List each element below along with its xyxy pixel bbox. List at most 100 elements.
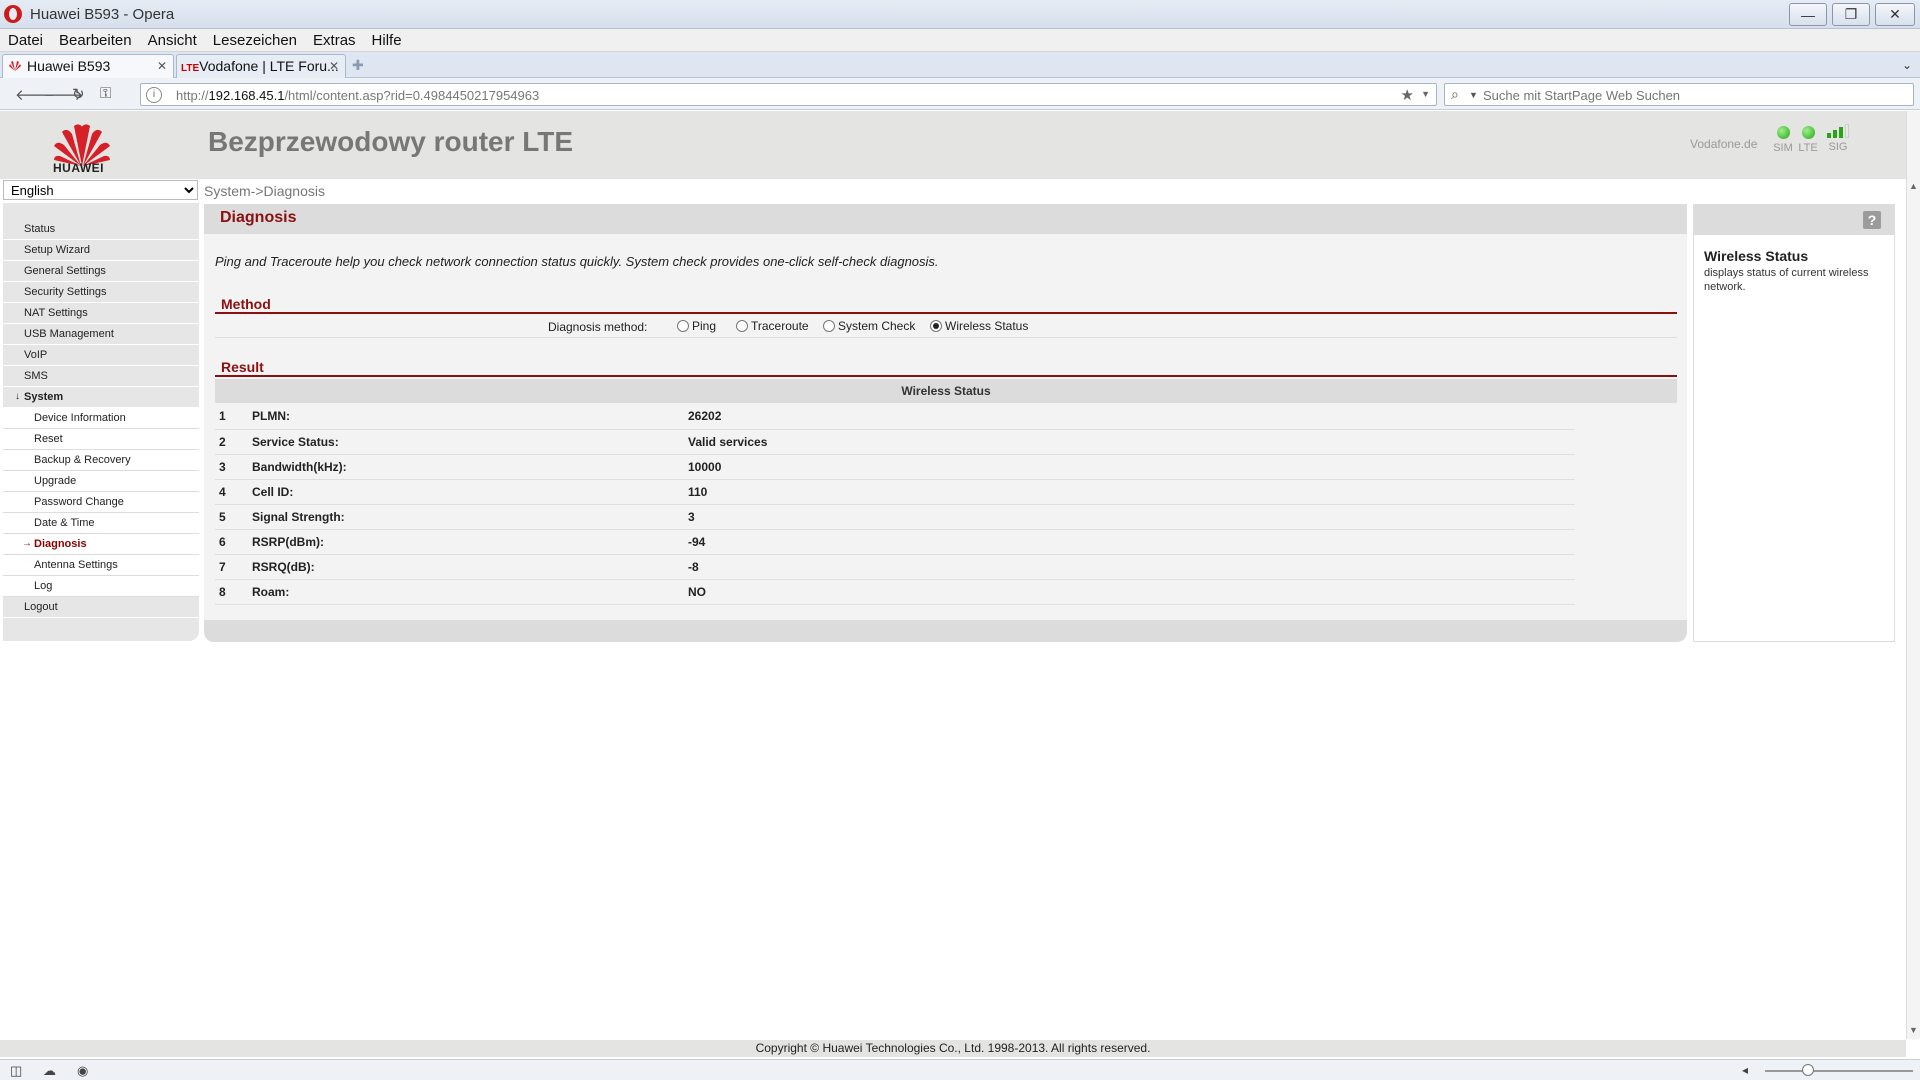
result-cell-key: RSRQ(dB): (252, 554, 688, 580)
result-cell-num: 7 (215, 554, 252, 580)
router-title: Bezprzewodowy router LTE (208, 126, 574, 157)
close-tab-icon[interactable]: ✕ (157, 59, 167, 73)
tab-label: Huawei B593 (27, 58, 111, 74)
lte-label: LTE (1798, 142, 1818, 154)
page-title: Diagnosis (220, 209, 297, 226)
menu-datei[interactable]: Datei (8, 32, 43, 49)
result-table: 1 PLMN: 26202 2 Service Status: Valid service… (215, 404, 1575, 605)
menu-bar: Datei Bearbeiten Ansicht Lesezeichen Ext… (0, 29, 1920, 52)
sidebar-item-reset[interactable]: Reset (3, 429, 199, 450)
panel-footer (204, 620, 1687, 642)
tab-list-chevron-icon[interactable]: ⌄ (1902, 58, 1912, 72)
sidebar-item-sms[interactable]: SMS (3, 366, 199, 387)
sidebar-nav: Status Setup Wizard General Settings Sec… (3, 203, 199, 641)
tab-vodafone-forum[interactable]: LTEVodafone | LTE Foru... ✕ (176, 54, 346, 78)
panel-header: Diagnosis (204, 204, 1687, 234)
help-question-icon[interactable]: ? (1863, 211, 1881, 229)
sidebar-item-backup-recovery[interactable]: Backup & Recovery (3, 450, 199, 471)
result-cell-key: Cell ID: (252, 479, 688, 505)
key-icon[interactable]: ⚿ (100, 85, 111, 102)
scroll-down-icon[interactable]: ▼ (1909, 1025, 1918, 1035)
result-cell-key: Bandwidth(kHz): (252, 454, 688, 480)
sidebar-item-antenna-settings[interactable]: Antenna Settings (3, 555, 199, 576)
tab-huawei-b593[interactable]: Huawei B593 ✕ (2, 54, 174, 78)
address-dropdown-icon[interactable]: ▼ (1421, 89, 1430, 99)
menu-lesezeichen[interactable]: Lesezeichen (213, 32, 297, 49)
speed-dial-icon[interactable]: ◉ (77, 1063, 88, 1079)
lte-status-icon (1801, 126, 1815, 139)
sidebar-item-date-time[interactable]: Date & Time (3, 513, 199, 534)
new-tab-icon[interactable]: ✚ (352, 57, 364, 74)
sidebar-item-nat-settings[interactable]: NAT Settings (3, 303, 199, 324)
radio-ping[interactable]: Ping (677, 319, 716, 333)
search-input[interactable] (1483, 86, 1903, 104)
reload-icon[interactable]: ↻ (72, 85, 85, 103)
scroll-up-icon[interactable]: ▲ (1909, 181, 1918, 191)
sidebar-item-password-change[interactable]: Password Change (3, 492, 199, 513)
search-box[interactable]: ⌕ ▼ (1444, 83, 1914, 106)
menu-bearbeiten[interactable]: Bearbeiten (59, 32, 132, 49)
method-row: Diagnosis method: Ping Traceroute System… (215, 316, 1677, 338)
table-row: 1 PLMN: 26202 (215, 404, 1575, 430)
zoom-slider-track[interactable] (1765, 1070, 1913, 1072)
result-cell-value: 26202 (688, 404, 1575, 430)
diagnosis-panel: Diagnosis Ping and Traceroute help you c… (204, 204, 1687, 642)
site-info-icon[interactable]: i (146, 87, 162, 103)
cloud-icon[interactable]: ☁ (43, 1063, 56, 1079)
copyright-footer: Copyright © Huawei Technologies Co., Ltd… (0, 1040, 1906, 1057)
panel-toggle-icon[interactable]: ◫ (10, 1063, 22, 1079)
address-bar[interactable]: i http://192.168.45.1/html/content.asp?r… (140, 83, 1437, 106)
table-row: 4 Cell ID: 110 (215, 479, 1575, 505)
sim-status-icon (1776, 126, 1790, 139)
sidebar-item-diagnosis[interactable]: → Diagnosis (3, 534, 199, 555)
menu-ansicht[interactable]: Ansicht (148, 32, 197, 49)
sidebar-item-logout[interactable]: Logout (3, 597, 199, 618)
result-cell-num: 3 (215, 454, 252, 480)
address-url[interactable]: http://192.168.45.1/html/content.asp?rid… (176, 88, 539, 103)
huawei-favicon-icon (9, 61, 21, 71)
sidebar-item-general-settings[interactable]: General Settings (3, 261, 199, 282)
window-title: Huawei B593 - Opera (30, 6, 175, 23)
result-cell-num: 1 (215, 404, 252, 430)
result-section-title: Result (215, 357, 1677, 377)
active-arrow-icon: → (22, 538, 32, 549)
radio-system-check[interactable]: System Check (823, 319, 915, 333)
window-titlebar: Huawei B593 - Opera — ❐ ✕ (0, 0, 1920, 29)
zoom-slider-handle[interactable] (1802, 1064, 1814, 1076)
lte-indicator: LTE (1793, 126, 1823, 154)
vertical-scrollbar[interactable]: ▲ ▼ (1906, 111, 1920, 1039)
browser-status-bar: ◫ ☁ ◉ ◂ (0, 1059, 1920, 1080)
result-cell-num: 5 (215, 504, 252, 530)
sidebar-item-log[interactable]: Log (3, 576, 199, 597)
sidebar-item-device-information[interactable]: Device Information (3, 408, 199, 429)
signal-bars-icon (1823, 124, 1853, 138)
tab-label: Vodafone | LTE Foru... (199, 58, 339, 74)
search-icon: ⌕ (1451, 86, 1459, 102)
bookmark-star-icon[interactable]: ★ (1401, 86, 1414, 104)
restore-button[interactable]: ❐ (1832, 3, 1870, 26)
result-cell-value: -94 (688, 529, 1575, 555)
menu-extras[interactable]: Extras (313, 32, 356, 49)
close-tab-icon[interactable]: ✕ (329, 59, 339, 73)
menu-hilfe[interactable]: Hilfe (372, 32, 402, 49)
close-window-button[interactable]: ✕ (1875, 3, 1915, 26)
radio-wireless-status[interactable]: Wireless Status (930, 319, 1028, 333)
help-text: displays status of current wireless netw… (1704, 267, 1869, 293)
help-panel: ? Wireless Status displays status of cur… (1693, 204, 1895, 642)
expanded-arrow-icon: ↓ (15, 391, 20, 402)
zoom-menu-icon[interactable]: ◂ (1742, 1063, 1748, 1077)
language-select[interactable]: English (3, 180, 198, 200)
sidebar-item-usb-management[interactable]: USB Management (3, 324, 199, 345)
page-viewport: HUAWEI Bezprzewodowy router LTE Vodafone… (0, 111, 1906, 1039)
sidebar-item-upgrade[interactable]: Upgrade (3, 471, 199, 492)
sidebar-item-setup-wizard[interactable]: Setup Wizard (3, 240, 199, 261)
result-table-header: Wireless Status (215, 379, 1677, 403)
minimize-button[interactable]: — (1789, 3, 1827, 26)
sidebar-item-security-settings[interactable]: Security Settings (3, 282, 199, 303)
sidebar-item-system[interactable]: ↓ System (3, 387, 199, 408)
sidebar-item-status[interactable]: Status (3, 219, 199, 240)
search-engine-dropdown-icon[interactable]: ▼ (1469, 90, 1478, 100)
table-row: 3 Bandwidth(kHz): 10000 (215, 454, 1575, 480)
radio-traceroute[interactable]: Traceroute (736, 319, 809, 333)
sidebar-item-voip[interactable]: VoIP (3, 345, 199, 366)
